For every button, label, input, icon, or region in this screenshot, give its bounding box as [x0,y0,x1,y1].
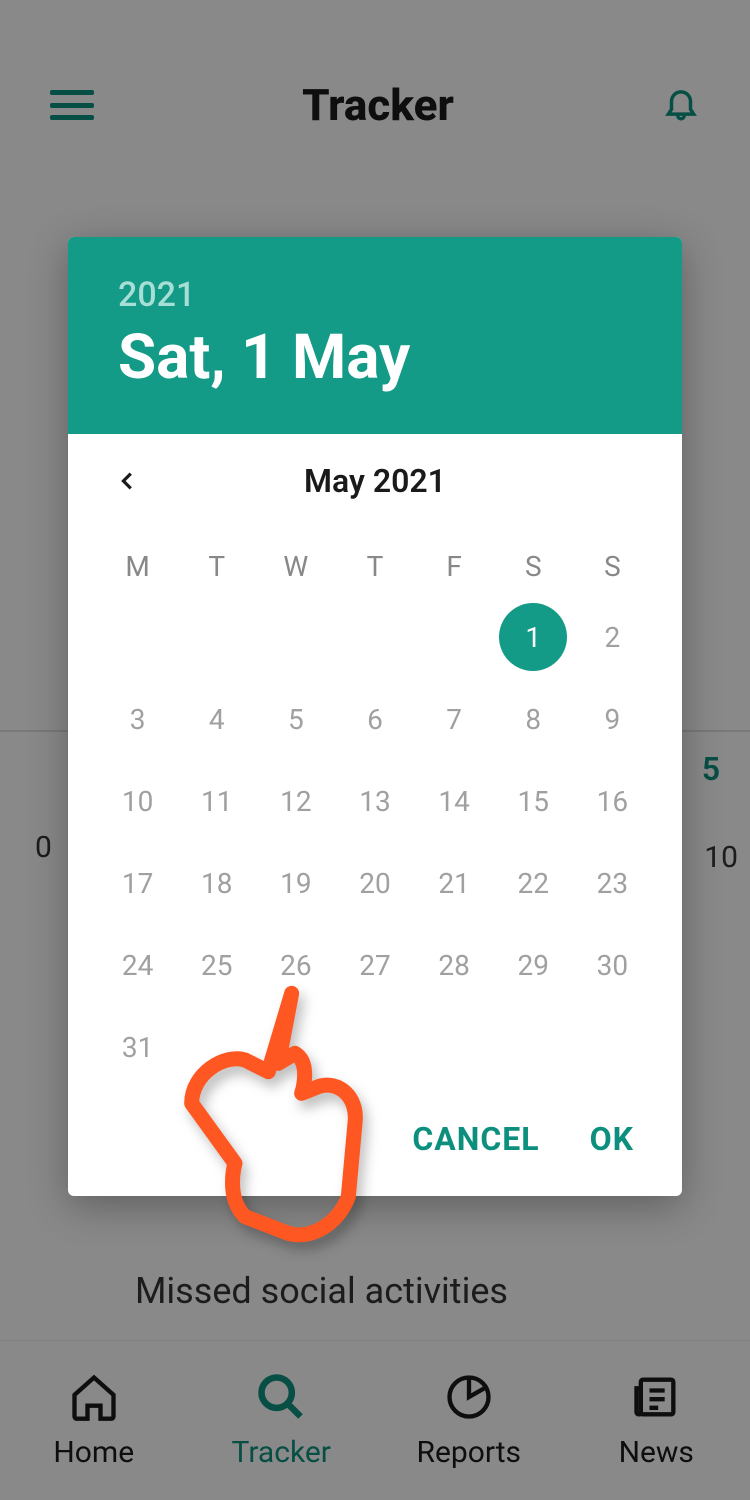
calendar-day[interactable]: 17 [98,842,177,924]
calendar-day [98,596,177,678]
calendar-week-row: 10111213141516 [98,760,652,842]
date-picker-year[interactable]: 2021 [118,275,632,315]
calendar-day [573,1006,652,1088]
date-picker-actions: CANCEL OK [68,1098,682,1196]
app-root: Tracker 0 5 10 Missed social activities … [0,0,750,1500]
date-picker-selected-date[interactable]: Sat, 1 May [118,321,632,394]
calendar-day[interactable]: 22 [494,842,573,924]
calendar-day[interactable]: 19 [256,842,335,924]
calendar-day[interactable]: 23 [573,842,652,924]
calendar-day[interactable]: 31 [98,1006,177,1088]
calendar-day[interactable]: 30 [573,924,652,1006]
calendar-day [256,1006,335,1088]
calendar-weekday-row: M T W T F S S [98,536,652,596]
calendar-day[interactable]: 5 [256,678,335,760]
calendar-day[interactable]: 12 [256,760,335,842]
weekday-label: M [98,536,177,596]
calendar-day[interactable]: 10 [98,760,177,842]
calendar-day[interactable]: 6 [335,678,414,760]
ok-button[interactable]: OK [590,1120,634,1158]
calendar-week-row: 17181920212223 [98,842,652,924]
calendar-day[interactable]: 18 [177,842,256,924]
calendar-month-label: May 2021 [98,462,652,500]
calendar-nav: May 2021 [68,434,682,518]
weekday-label: W [256,536,335,596]
calendar-day[interactable]: 20 [335,842,414,924]
calendar-day [335,1006,414,1088]
weekday-label: T [177,536,256,596]
calendar-day [494,1006,573,1088]
calendar-day [415,596,494,678]
calendar-day[interactable]: 28 [415,924,494,1006]
calendar-day[interactable]: 2 [573,596,652,678]
calendar-grid: M T W T F S S 12345678910111213141516171… [68,518,682,1098]
calendar-day[interactable]: 26 [256,924,335,1006]
calendar-day [256,596,335,678]
calendar-day[interactable]: 1 [494,596,573,678]
weekday-label: S [494,536,573,596]
date-picker-modal: 2021 Sat, 1 May May 2021 M T W T F S S 1… [68,237,682,1196]
calendar-day [177,1006,256,1088]
calendar-day[interactable]: 16 [573,760,652,842]
calendar-day[interactable]: 21 [415,842,494,924]
calendar-day[interactable]: 27 [335,924,414,1006]
calendar-week-row: 12 [98,596,652,678]
calendar-day[interactable]: 24 [98,924,177,1006]
calendar-day[interactable]: 7 [415,678,494,760]
calendar-day[interactable]: 9 [573,678,652,760]
calendar-week-row: 3456789 [98,678,652,760]
weekday-label: T [335,536,414,596]
calendar-day[interactable]: 15 [494,760,573,842]
weekday-label: S [573,536,652,596]
calendar-day [335,596,414,678]
calendar-day[interactable]: 14 [415,760,494,842]
calendar-day[interactable]: 8 [494,678,573,760]
calendar-day[interactable]: 4 [177,678,256,760]
calendar-day[interactable]: 25 [177,924,256,1006]
cancel-button[interactable]: CANCEL [412,1120,539,1158]
weekday-label: F [415,536,494,596]
calendar-day[interactable]: 29 [494,924,573,1006]
calendar-week-row: 31 [98,1006,652,1088]
date-picker-header: 2021 Sat, 1 May [68,237,682,434]
calendar-day[interactable]: 3 [98,678,177,760]
calendar-day[interactable]: 11 [177,760,256,842]
calendar-day[interactable]: 13 [335,760,414,842]
calendar-day [415,1006,494,1088]
calendar-day [177,596,256,678]
calendar-week-row: 24252627282930 [98,924,652,1006]
